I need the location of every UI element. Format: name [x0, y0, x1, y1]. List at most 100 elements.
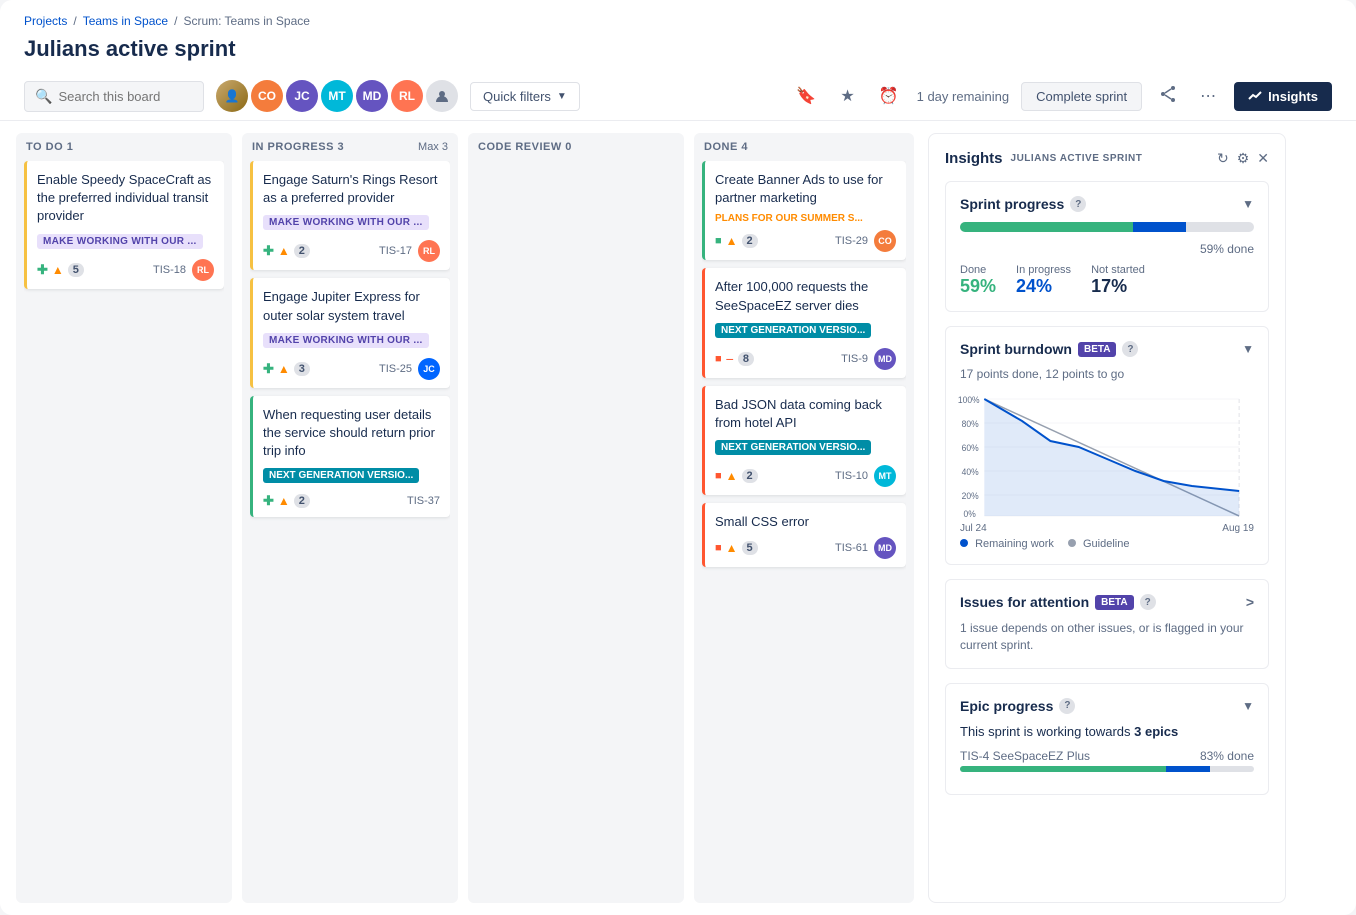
chevron-down-icon: ▼	[557, 91, 567, 102]
card-tis18-icons: ✚ ▲ 5	[37, 262, 84, 278]
burndown-chevron-icon[interactable]: ▼	[1242, 342, 1254, 356]
epic-help-icon[interactable]: ?	[1059, 698, 1075, 714]
column-inprogress-count: 3	[337, 141, 344, 153]
column-todo-header: TO DO 1	[24, 141, 224, 153]
issues-attention-label: Issues for attention	[960, 594, 1089, 610]
column-inprogress-max: Max 3	[418, 141, 448, 153]
svg-text:40%: 40%	[962, 467, 979, 477]
insights-sprint-badge: JULIANS ACTIVE SPRINT	[1011, 153, 1143, 164]
card-tis17-meta: TIS-17 RL	[379, 240, 440, 262]
breadcrumb-teams[interactable]: Teams in Space	[83, 14, 168, 28]
epic-count: 3 epics	[1134, 724, 1178, 739]
stat-done: Done 59%	[960, 264, 996, 297]
sprint-progress-bar	[960, 222, 1254, 232]
column-inprogress-cards: Engage Saturn's Rings Resort as a prefer…	[250, 161, 450, 895]
sprint-burndown-title-wrap: Sprint burndown BETA ?	[960, 341, 1138, 357]
avatar-jc[interactable]: JC	[286, 80, 318, 112]
card-tis29-meta: TIS-29 CO	[835, 230, 896, 252]
quick-filters-button[interactable]: Quick filters ▼	[470, 82, 580, 111]
issues-beta-badge: BETA	[1095, 595, 1133, 610]
fire-icon: ▲	[726, 469, 738, 483]
card-tis61-meta: TIS-61 MD	[835, 537, 896, 559]
clock-icon-button[interactable]: ⏰	[873, 82, 905, 110]
card-tis37-count: 2	[294, 494, 310, 508]
card-tis29-id: TIS-29	[835, 235, 868, 247]
burndown-help-icon[interactable]: ?	[1122, 341, 1138, 357]
epic-tis4-bar-done	[960, 766, 1166, 772]
card-tis29-icons: ■ ▲ 2	[715, 234, 758, 248]
issues-expand-icon[interactable]: >	[1246, 594, 1254, 610]
insights-refresh-button[interactable]: ↻	[1217, 150, 1229, 167]
quick-filters-label: Quick filters	[483, 89, 551, 104]
card-tis9-avatar: MD	[874, 348, 896, 370]
burndown-subtitle: 17 points done, 12 points to go	[960, 367, 1254, 381]
avatar-rl[interactable]: RL	[391, 80, 423, 112]
avatars: 👤 CO JC MT MD RL	[216, 80, 458, 112]
legend-guideline-label: Guideline	[1083, 538, 1129, 550]
sprint-burndown-section: Sprint burndown BETA ? ▼ 17 points done,…	[945, 326, 1269, 565]
card-tis10-tag: NEXT GENERATION VERSIO...	[715, 440, 871, 455]
card-tis29-footer: ■ ▲ 2 TIS-29 CO	[715, 230, 896, 252]
avatar-md[interactable]: MD	[356, 80, 388, 112]
card-tis25[interactable]: Engage Jupiter Express for outer solar s…	[250, 278, 450, 387]
card-tis61-icons: ■ ▲ 5	[715, 541, 758, 555]
plus-icon: ✚	[263, 361, 274, 377]
complete-sprint-button[interactable]: Complete sprint	[1021, 82, 1142, 111]
avatar-ghost[interactable]	[426, 80, 458, 112]
insights-panel: Insights JULIANS ACTIVE SPRINT ↻ ⚙ ✕ Spr…	[928, 133, 1286, 903]
card-tis61-footer: ■ ▲ 5 TIS-61 MD	[715, 537, 896, 559]
more-options-button[interactable]: ⋯	[1194, 82, 1222, 110]
card-tis17[interactable]: Engage Saturn's Rings Resort as a prefer…	[250, 161, 450, 270]
share-icon-button[interactable]	[1154, 82, 1182, 111]
insights-controls: ↻ ⚙ ✕	[1217, 150, 1269, 167]
sprint-progress-chevron-icon[interactable]: ▼	[1242, 197, 1254, 211]
burndown-chart: 100% 80% 60% 40% 20% 0%	[956, 391, 1258, 521]
legend-remaining: Remaining work	[960, 538, 1054, 550]
card-tis61-count: 5	[742, 541, 758, 555]
column-codereview-count: 0	[565, 141, 572, 153]
card-tis25-id: TIS-25	[379, 363, 412, 375]
insights-close-button[interactable]: ✕	[1257, 150, 1269, 167]
card-tis10-meta: TIS-10 MT	[835, 465, 896, 487]
issues-help-icon[interactable]: ?	[1140, 594, 1156, 610]
card-tis17-count: 2	[294, 244, 310, 258]
insights-settings-button[interactable]: ⚙	[1237, 150, 1250, 167]
card-tis29-count: 2	[742, 234, 758, 248]
breadcrumb-projects[interactable]: Projects	[24, 14, 67, 28]
avatar-photo[interactable]: 👤	[216, 80, 248, 112]
insights-button[interactable]: Insights	[1234, 82, 1332, 111]
card-tis9[interactable]: After 100,000 requests the SeeSpaceEZ se…	[702, 268, 906, 377]
chart-date-end: Aug 19	[1222, 523, 1254, 534]
card-tis61[interactable]: Small CSS error ■ ▲ 5 TIS-61 MD	[702, 503, 906, 567]
avatar-mt[interactable]: MT	[321, 80, 353, 112]
card-tis25-meta: TIS-25 JC	[379, 358, 440, 380]
square-red-icon: ■	[715, 353, 722, 365]
column-done: DONE 4 Create Banner Ads to use for part…	[694, 133, 914, 903]
card-tis10[interactable]: Bad JSON data coming back from hotel API…	[702, 386, 906, 495]
card-tis37[interactable]: When requesting user details the service…	[250, 396, 450, 518]
sprint-progress-help-icon[interactable]: ?	[1070, 196, 1086, 212]
card-tis17-title: Engage Saturn's Rings Resort as a prefer…	[263, 171, 440, 207]
card-tis18[interactable]: Enable Speedy SpaceCraft as the preferre…	[24, 161, 224, 289]
column-done-header: DONE 4	[702, 141, 906, 153]
search-input[interactable]	[58, 89, 188, 104]
column-codereview-title: CODE REVIEW 0	[478, 141, 572, 153]
tag-icon-button[interactable]: 🔖	[790, 82, 822, 110]
card-tis29[interactable]: Create Banner Ads to use for partner mar…	[702, 161, 906, 260]
star-icon-button[interactable]: ★	[834, 82, 860, 110]
beta-badge: BETA	[1078, 342, 1116, 357]
fire-icon: ▲	[278, 362, 290, 376]
epic-progress-label: Epic progress	[960, 698, 1053, 714]
epic-progress-title: Epic progress ? ▼	[960, 698, 1254, 714]
card-tis10-count: 2	[742, 469, 758, 483]
card-tis18-title: Enable Speedy SpaceCraft as the preferre…	[37, 171, 214, 226]
sprint-progress-label: Sprint progress	[960, 196, 1064, 212]
stat-notstarted-label: Not started	[1091, 264, 1145, 276]
epic-tis4-row: TIS-4 SeeSpaceEZ Plus 83% done	[960, 749, 1254, 763]
search-box[interactable]: 🔍	[24, 81, 204, 112]
legend-remaining-label: Remaining work	[975, 538, 1054, 550]
epic-chevron-icon[interactable]: ▼	[1242, 699, 1254, 713]
stat-inprogress: In progress 24%	[1016, 264, 1071, 297]
avatar-co[interactable]: CO	[251, 80, 283, 112]
card-tis18-footer: ✚ ▲ 5 TIS-18 RL	[37, 259, 214, 281]
